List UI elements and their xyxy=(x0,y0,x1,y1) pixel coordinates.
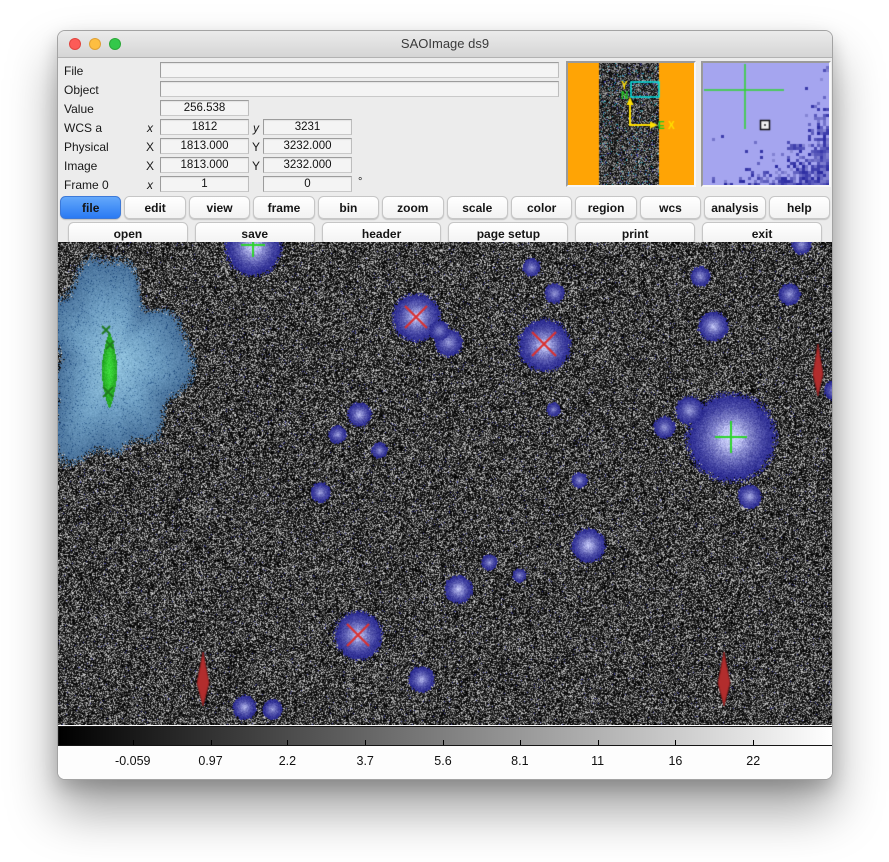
magnifier-canvas[interactable] xyxy=(703,63,829,185)
colorbar-tick xyxy=(211,740,212,745)
colorbar-label: 8.1 xyxy=(511,754,528,768)
window-title: SAOImage ds9 xyxy=(58,31,832,56)
colorbar-label: 3.7 xyxy=(356,754,373,768)
wcs-y-label: y xyxy=(250,121,262,135)
image-label: Image xyxy=(64,159,97,173)
coordinate-readout: File Object Value 256.538 WCS a x 1812 y… xyxy=(58,61,623,194)
value-label: Value xyxy=(64,102,94,116)
primary-menu-row: file edit view frame bin zoom scale colo… xyxy=(58,192,832,219)
image-x-label: X xyxy=(144,159,156,173)
wcs-label: WCS a xyxy=(64,121,102,135)
colorbar-tick xyxy=(675,740,676,745)
traffic-lights xyxy=(69,38,121,50)
colorbar-tick xyxy=(443,740,444,745)
colorbar-label: 0.97 xyxy=(198,754,222,768)
object-row: Object xyxy=(58,80,623,99)
physical-label: Physical xyxy=(64,140,109,154)
image-x-field[interactable]: 1813.000 xyxy=(160,157,249,173)
wcs-row: WCS a x 1812 y 3231 xyxy=(58,118,623,137)
close-button[interactable] xyxy=(69,38,81,50)
colorbar-area: -0.059 0.97 2.2 3.7 5.6 8.1 11 16 22 xyxy=(58,725,832,780)
colorbar-tick xyxy=(520,740,521,745)
wcs-x-label: x xyxy=(144,121,156,135)
colorbar-label: 16 xyxy=(668,754,682,768)
menu-button-scale[interactable]: scale xyxy=(447,196,508,219)
object-label: Object xyxy=(64,83,99,97)
menu-button-edit[interactable]: edit xyxy=(124,196,185,219)
frame-zoom-label: x xyxy=(144,178,156,192)
colorbar-tick xyxy=(598,740,599,745)
info-panel: File Object Value 256.538 WCS a x 1812 y… xyxy=(58,58,832,192)
menu-button-frame[interactable]: frame xyxy=(253,196,314,219)
wcs-y-field[interactable]: 3231 xyxy=(263,119,352,135)
frame-rotation-field[interactable]: 0 xyxy=(263,176,352,192)
ds9-window: SAOImage ds9 File Object Value 256.538 W… xyxy=(57,30,833,780)
colorbar-tick xyxy=(753,740,754,745)
magnifier[interactable] xyxy=(701,61,831,187)
minimize-button[interactable] xyxy=(89,38,101,50)
colorbar-label: 11 xyxy=(591,754,604,768)
physical-y-field[interactable]: 3232.000 xyxy=(263,138,352,154)
colorbar-label: 5.6 xyxy=(434,754,451,768)
frame-label: Frame 0 xyxy=(64,178,109,192)
physical-y-label: Y xyxy=(250,140,262,154)
image-y-label: Y xyxy=(250,159,262,173)
file-row: File xyxy=(58,61,623,80)
colorbar-tick xyxy=(287,740,288,745)
colorbar[interactable] xyxy=(58,725,832,746)
colorbar-labels: -0.059 0.97 2.2 3.7 5.6 8.1 11 16 22 xyxy=(58,746,832,780)
panner[interactable] xyxy=(566,61,696,187)
panner-canvas[interactable] xyxy=(568,63,694,185)
zoom-button[interactable] xyxy=(109,38,121,50)
menu-button-color[interactable]: color xyxy=(511,196,572,219)
file-field[interactable] xyxy=(160,62,559,78)
menu-button-file[interactable]: file xyxy=(60,196,121,219)
physical-x-label: X xyxy=(144,140,156,154)
colorbar-tick xyxy=(133,740,134,745)
image-row: Image X 1813.000 Y 3232.000 xyxy=(58,156,623,175)
menu-button-view[interactable]: view xyxy=(189,196,250,219)
menu-button-wcs[interactable]: wcs xyxy=(640,196,701,219)
colorbar-label: 22 xyxy=(746,754,760,768)
image-y-field[interactable]: 3232.000 xyxy=(263,157,352,173)
colorbar-tick xyxy=(365,740,366,745)
colorbar-label: 2.2 xyxy=(279,754,296,768)
colorbar-gradient[interactable] xyxy=(58,726,833,746)
titlebar[interactable]: SAOImage ds9 xyxy=(58,31,832,58)
menu-button-analysis[interactable]: analysis xyxy=(704,196,765,219)
value-row: Value 256.538 xyxy=(58,99,623,118)
object-field[interactable] xyxy=(160,81,559,97)
wcs-x-field[interactable]: 1812 xyxy=(160,119,249,135)
menu-button-help[interactable]: help xyxy=(769,196,830,219)
value-field[interactable]: 256.538 xyxy=(160,100,249,116)
menu-button-zoom[interactable]: zoom xyxy=(382,196,443,219)
main-image-canvas[interactable] xyxy=(58,242,833,725)
menu-button-region[interactable]: region xyxy=(575,196,636,219)
frame-zoom-field[interactable]: 1 xyxy=(160,176,249,192)
file-label: File xyxy=(64,64,83,78)
menu-bar: file edit view frame bin zoom scale colo… xyxy=(58,192,832,242)
degree-symbol: ° xyxy=(358,176,362,188)
physical-row: Physical X 1813.000 Y 3232.000 xyxy=(58,137,623,156)
physical-x-field[interactable]: 1813.000 xyxy=(160,138,249,154)
colorbar-label: -0.059 xyxy=(115,754,150,768)
menu-button-bin[interactable]: bin xyxy=(318,196,379,219)
image-display[interactable] xyxy=(58,242,832,725)
